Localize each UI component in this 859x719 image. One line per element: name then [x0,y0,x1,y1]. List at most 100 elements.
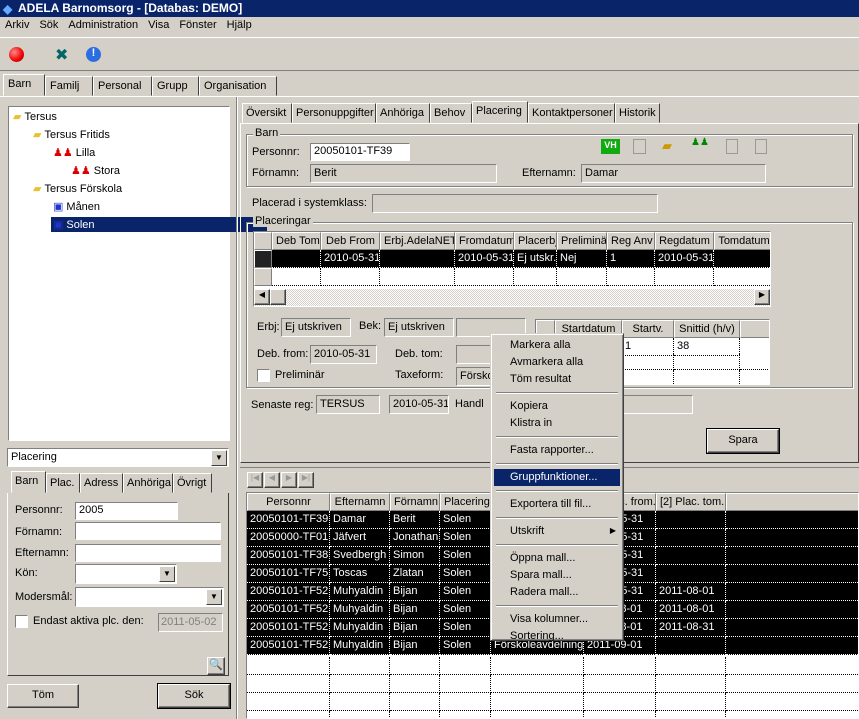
table-cell[interactable]: 2010-05-31 [321,250,380,268]
table-cell[interactable]: Solen [440,619,491,637]
table-cell[interactable] [491,657,584,675]
context-menu-item[interactable]: Avmarkera alla [494,354,620,371]
main-tab-0[interactable]: Barn [3,74,45,96]
table-cell[interactable] [714,268,770,286]
table-cell[interactable] [726,637,858,655]
chevron-down-icon[interactable]: ▼ [159,566,175,582]
magnifier-icon[interactable]: 🔍 [207,657,225,675]
table-cell[interactable] [674,354,740,370]
context-menu-item[interactable]: Kopiera [494,398,620,415]
menu-3[interactable]: Visa [143,17,174,33]
search-tab-2[interactable]: Adress [80,473,123,493]
table-cell[interactable] [330,657,390,675]
table-cell[interactable]: 20050101-TF39 [247,511,330,529]
menu-1[interactable]: Sök [34,17,63,33]
column-header[interactable]: Erbj.AdelaNET [380,232,455,250]
blank-icon[interactable] [633,139,646,154]
table-cell[interactable]: Bijan [390,583,440,601]
table-cell[interactable] [455,268,514,286]
column-header[interactable]: Preliminär [557,232,607,250]
table-cell[interactable] [726,601,858,619]
table-cell[interactable]: 20050101-TF52 [247,619,330,637]
table-cell[interactable]: 20050101-TF52 [247,637,330,655]
main-tab-1[interactable]: Familj [45,76,93,96]
column-header[interactable]: Startv. [622,320,674,338]
vh-icon[interactable]: VH [601,139,620,154]
column-header[interactable]: Efternamn [330,493,390,511]
table-cell[interactable] [330,675,390,693]
first-record-icon[interactable]: |◀ [247,472,263,488]
context-menu-item[interactable]: Töm resultat [494,371,620,388]
table-cell[interactable]: Muhyaldin [330,637,390,655]
table-cell[interactable]: Muhyaldin [330,601,390,619]
table-cell[interactable]: 1 [607,250,655,268]
next-record-icon[interactable]: ▶ [281,472,297,488]
search-efternamn-input[interactable] [75,544,221,562]
edit-document-icon[interactable] [755,139,767,154]
previous-record-icon[interactable]: ◀ [264,472,280,488]
table-cell[interactable]: 2011-08-01 [656,601,726,619]
context-menu-item[interactable]: Visa kolumner... [494,611,620,628]
detail-tab-4[interactable]: Placering [472,101,528,123]
table-cell[interactable] [390,711,440,718]
table-cell[interactable] [514,268,557,286]
column-header[interactable]: [2] Plac. tom. [656,493,726,511]
table-cell[interactable] [247,657,330,675]
search-tab-1[interactable]: Plac. [46,473,80,493]
table-cell[interactable] [656,511,726,529]
table-cell[interactable]: Nej [557,250,607,268]
tree-item[interactable]: ▣ Solen [51,217,267,232]
main-tab-2[interactable]: Personal [93,76,152,96]
table-cell[interactable] [726,711,858,718]
table-cell[interactable] [726,511,858,529]
kon-select[interactable]: ▼ [75,564,177,584]
detail-tab-5[interactable]: Kontaktpersoner [528,103,615,123]
search-button[interactable]: Sök [157,683,231,709]
column-header[interactable]: Förnamn [390,493,440,511]
table-cell[interactable]: Jäfvert [330,529,390,547]
table-cell[interactable] [247,693,330,711]
personnr-input[interactable]: 20050101-TF39 [310,143,410,161]
table-cell[interactable]: Solen [440,529,491,547]
tree-item[interactable]: ♟♟ Stora [69,163,122,178]
row-selector[interactable] [254,268,272,286]
search-tab-0[interactable]: Barn [11,471,46,493]
table-cell[interactable] [440,675,491,693]
table-cell[interactable]: Muhyaldin [330,583,390,601]
table-cell[interactable] [491,693,584,711]
table-cell[interactable]: Muhyaldin [330,619,390,637]
context-menu-item[interactable]: Öppna mall... [494,550,620,567]
search-tab-3[interactable]: Anhöriga [123,473,173,493]
column-header[interactable]: Reg Anv [607,232,655,250]
disconnect-icon[interactable]: ✖ [55,45,68,65]
context-menu-item[interactable]: Utskrift ▶ [494,523,620,540]
scroll-right-icon[interactable]: ▶ [754,289,770,305]
table-cell[interactable]: Damar [330,511,390,529]
tree-item[interactable]: ♟♟ Lilla [51,145,97,160]
context-menu-item[interactable]: Klistra in [494,415,620,432]
document-icon[interactable] [726,139,738,154]
context-menu-item[interactable]: Fasta rapporter... [494,442,620,459]
column-header[interactable]: Regdatum [655,232,714,250]
people-icon[interactable]: ♟♟ [691,137,709,148]
table-cell[interactable]: Solen [440,583,491,601]
table-cell[interactable] [656,547,726,565]
splitter[interactable] [236,97,237,719]
table-cell[interactable]: Jonathan [390,529,440,547]
table-cell[interactable]: Zlatan [390,565,440,583]
table-cell[interactable]: Toscas [330,565,390,583]
table-cell[interactable] [656,565,726,583]
table-cell[interactable] [726,657,858,675]
scroll-thumb[interactable] [270,289,286,305]
column-header[interactable]: Snittid (h/v) [674,320,740,338]
table-cell[interactable] [740,354,769,370]
table-cell[interactable]: Solen [440,601,491,619]
table-cell[interactable]: 20050000-TF01 [247,529,330,547]
detail-tab-2[interactable]: Anhöriga [376,103,430,123]
table-cell[interactable] [557,268,607,286]
table-cell[interactable] [726,565,858,583]
tree-item[interactable]: ▰ Tersus [11,109,59,124]
table-cell[interactable]: Solen [440,547,491,565]
table-cell[interactable] [247,711,330,718]
folder-icon[interactable]: ▰ [662,138,672,154]
